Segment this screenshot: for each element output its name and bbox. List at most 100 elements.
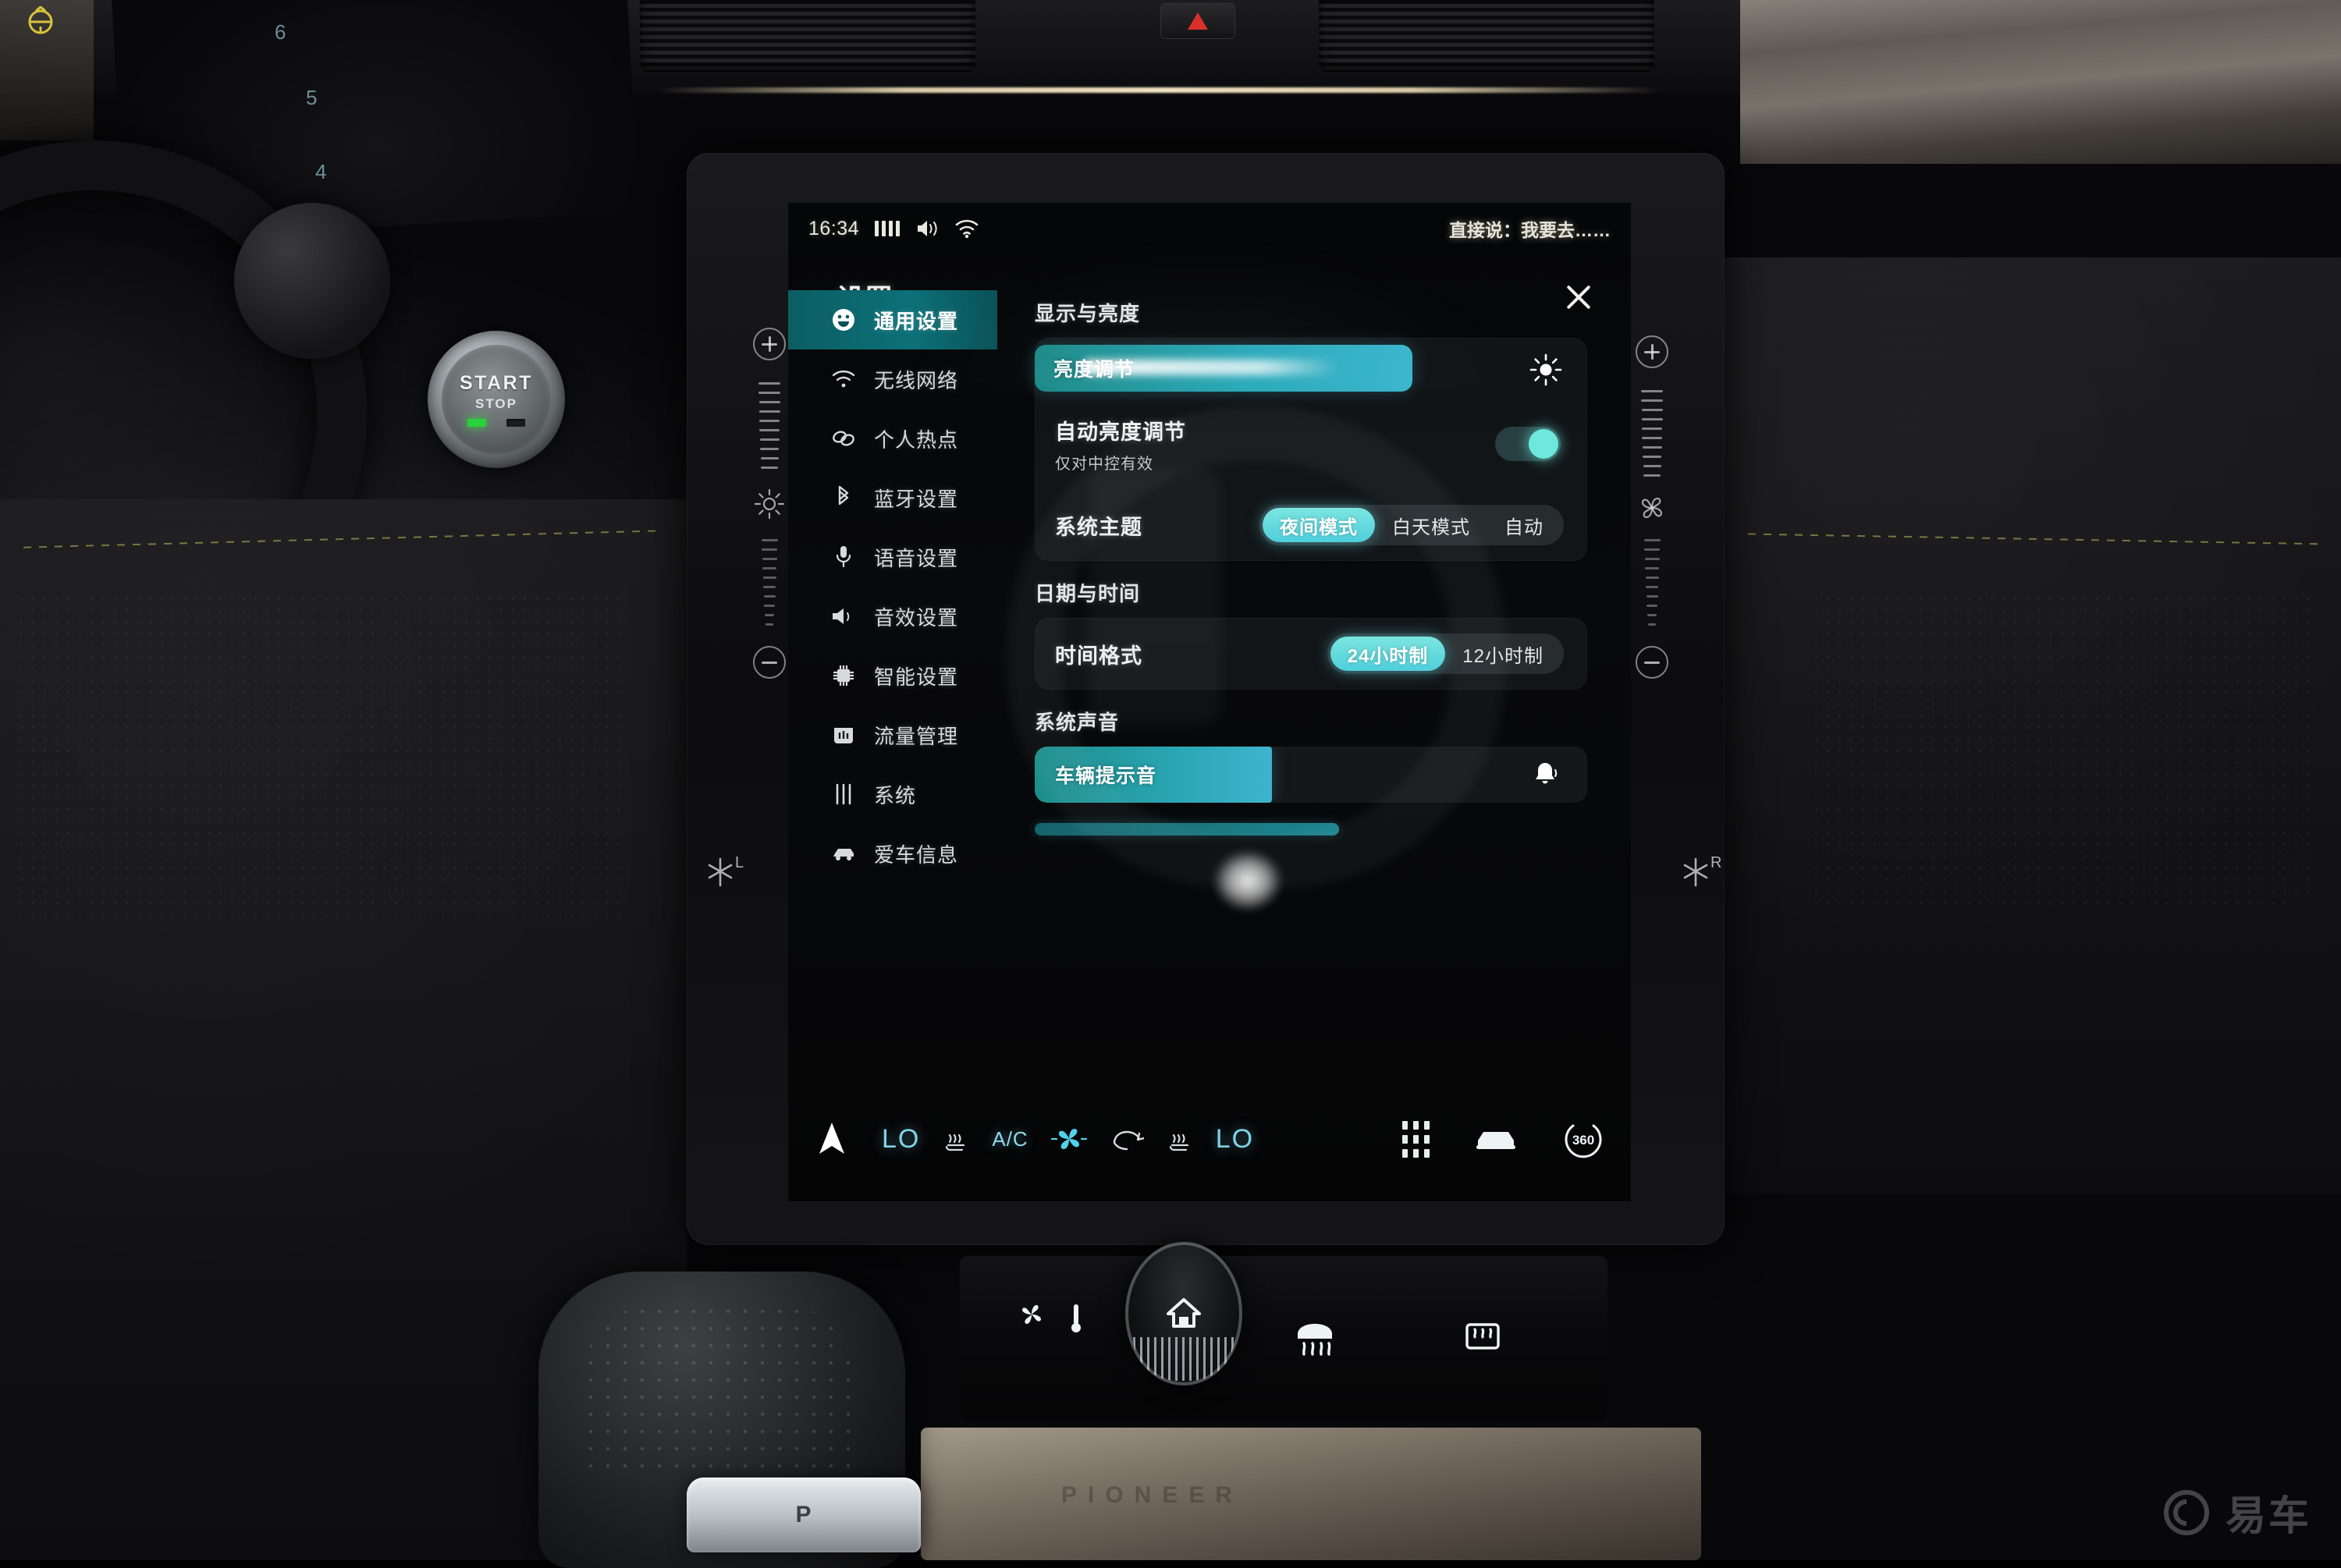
sidebar-label: 爱车信息 — [874, 839, 958, 868]
tach-label-6: 6 — [275, 20, 286, 44]
sidebar-item-smart[interactable]: 智能设置 — [788, 646, 997, 705]
seat-heat-icon[interactable] — [1166, 1125, 1194, 1153]
engine-start-stop-button[interactable]: START STOP — [428, 331, 565, 468]
sidebar-item-data[interactable]: 流量管理 — [788, 705, 997, 764]
air-recirculation-icon[interactable] — [1110, 1126, 1144, 1152]
shifter-perforated-grip — [582, 1303, 855, 1474]
seat-climate-right[interactable]: R — [1678, 854, 1721, 890]
auto-brightness-row[interactable]: 自动亮度调节 仅对中控有效 — [1035, 399, 1587, 489]
fan-bezel-control — [1635, 335, 1669, 679]
watermark: 易车 — [2162, 1483, 2311, 1541]
fan-minus-button[interactable] — [1636, 646, 1668, 679]
system-theme-label: 系统主题 — [1055, 510, 1142, 541]
infotainment-screen[interactable]: 16:34 — [788, 203, 1631, 1201]
theme-option-night[interactable]: 夜间模式 — [1263, 508, 1375, 542]
seat-heat-icon[interactable] — [942, 1125, 970, 1153]
console-wood-trim — [921, 1428, 1701, 1560]
console-trim-text: PIONEER — [1061, 1482, 1243, 1509]
brightness-row[interactable]: 亮度调节 — [1035, 338, 1587, 399]
perforated-panel-left — [16, 593, 624, 921]
watermark-text: 易车 — [2226, 1483, 2311, 1541]
time-format-row[interactable]: 时间格式 24小时制 12小时制 — [1035, 618, 1587, 690]
car-icon — [830, 840, 857, 867]
sidebar-item-bluetooth[interactable]: 蓝牙设置 — [788, 468, 997, 527]
status-clock: 16:34 — [808, 218, 859, 240]
sidebar-item-audio[interactable]: 音效设置 — [788, 587, 997, 646]
sun-icon — [1528, 352, 1564, 388]
sidebar-label: 音效设置 — [874, 602, 958, 631]
sound-settings-card: 车辆提示音 — [1035, 747, 1587, 835]
toggle-knob — [1529, 429, 1558, 459]
yiche-logo-icon — [2162, 1488, 2211, 1538]
sidebar-label: 蓝牙设置 — [874, 484, 958, 513]
system-theme-segmented-control[interactable]: 夜间模式 白天模式 自动 — [1259, 505, 1564, 545]
sidebar-label: 无线网络 — [874, 365, 958, 394]
front-defrost-button[interactable] — [1291, 1318, 1338, 1359]
fan-icon[interactable] — [1050, 1123, 1088, 1155]
stop-label: STOP — [475, 396, 517, 412]
fan-icon — [1635, 492, 1669, 523]
hazard-light-button[interactable] — [1160, 3, 1235, 39]
car-front-icon[interactable] — [1473, 1123, 1519, 1155]
park-button[interactable]: P — [687, 1478, 921, 1552]
sidebar-item-wifi[interactable]: 无线网络 — [788, 349, 997, 409]
sidebar-item-hotspot[interactable]: 个人热点 — [788, 409, 997, 468]
app-grid-icon[interactable] — [1402, 1121, 1430, 1158]
system-theme-row[interactable]: 系统主题 夜间模式 白天模式 自动 — [1035, 489, 1587, 561]
stop-indicator-led — [506, 419, 525, 427]
steering-wheel-hub — [234, 203, 390, 359]
rear-defrost-button[interactable] — [1461, 1320, 1504, 1359]
sidebar-item-voice[interactable]: 语音设置 — [788, 527, 997, 587]
center-console-panel — [960, 1256, 1607, 1420]
console-fan-icon[interactable] — [1014, 1299, 1049, 1330]
rear-defrost-icon — [1461, 1320, 1504, 1359]
theme-option-day[interactable]: 白天模式 — [1375, 508, 1487, 542]
sidebar-item-system[interactable]: 系统 — [788, 764, 997, 824]
section-title-datetime: 日期与时间 — [997, 561, 1631, 618]
svg-text:360: 360 — [1572, 1133, 1594, 1148]
console-thermometer-icon[interactable] — [1067, 1301, 1085, 1334]
sidebar-item-general[interactable]: 通用设置 — [788, 290, 997, 349]
sidebar-label: 智能设置 — [874, 662, 958, 690]
time-format-segmented-control[interactable]: 24小时制 12小时制 — [1327, 633, 1564, 674]
passenger-temperature[interactable]: LO — [1216, 1124, 1254, 1155]
home-rotary-knob[interactable] — [1125, 1242, 1242, 1385]
navigation-arrow-icon[interactable] — [815, 1119, 849, 1158]
ac-button[interactable]: A/C — [992, 1127, 1028, 1151]
time-format-label: 时间格式 — [1055, 639, 1142, 669]
seat-right-label: R — [1710, 854, 1721, 872]
theme-option-auto[interactable]: 自动 — [1487, 508, 1561, 542]
settings-sidebar: 通用设置 无线网络 个人热点 蓝牙设置 — [788, 290, 997, 883]
secondary-sound-slider[interactable] — [1035, 823, 1339, 835]
fan-plus-button[interactable] — [1636, 335, 1668, 368]
auto-brightness-sublabel: 仅对中控有效 — [1055, 451, 1186, 474]
hotspot-link-icon — [830, 425, 857, 452]
smiley-face-icon — [830, 307, 857, 333]
sidebar-label: 通用设置 — [874, 306, 958, 335]
fan-scale-upper — [1641, 390, 1663, 477]
360-view-icon[interactable]: 360 — [1562, 1118, 1604, 1160]
sidebar-label: 系统 — [874, 780, 916, 809]
voice-assistant-hint: 直接说：我要去…… — [1449, 215, 1611, 242]
time-format-option-24h[interactable]: 24小时制 — [1330, 637, 1446, 671]
data-usage-icon — [830, 722, 857, 748]
vehicle-prompt-label: 车辆提示音 — [1055, 761, 1156, 789]
section-title-display: 显示与亮度 — [997, 290, 1631, 338]
section-title-sound: 系统声音 — [997, 690, 1631, 747]
vehicle-prompt-sound-slider[interactable]: 车辆提示音 — [1035, 747, 1587, 803]
time-format-option-12h[interactable]: 12小时制 — [1445, 637, 1561, 671]
fan-scale-lower — [1644, 539, 1661, 626]
display-settings-card: 亮度调节 自动亮度调节 仅对中控有效 — [1035, 338, 1587, 561]
air-vent-left — [640, 0, 975, 72]
chip-icon — [830, 662, 857, 689]
sidebar-item-vehicle-info[interactable]: 爱车信息 — [788, 824, 997, 883]
brightness-scale-lower — [762, 539, 778, 626]
seat-climate-left[interactable]: L — [702, 854, 744, 890]
volume-icon — [915, 218, 939, 239]
driver-temperature[interactable]: LO — [882, 1124, 920, 1155]
seat-left-label: L — [735, 854, 744, 872]
brightness-glare — [1082, 360, 1339, 375]
brightness-plus-button[interactable] — [753, 328, 786, 360]
auto-brightness-toggle[interactable] — [1495, 427, 1561, 461]
brightness-minus-button[interactable] — [753, 646, 786, 679]
